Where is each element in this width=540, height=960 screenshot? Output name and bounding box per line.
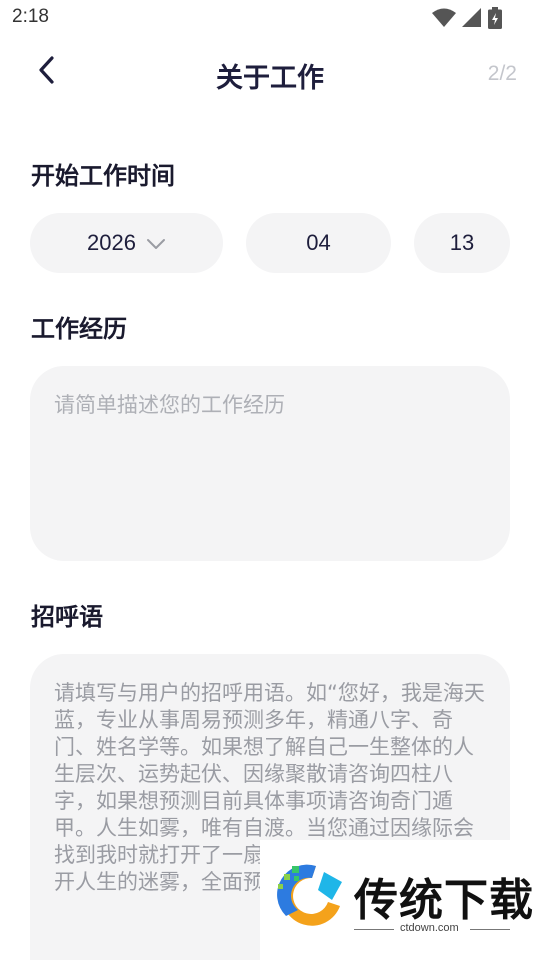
year-value: 2026 [87,230,136,255]
day-select[interactable]: 13 [414,213,510,273]
experience-label: 工作经历 [31,315,127,343]
greeting-label: 招呼语 [31,603,103,631]
chevron-down-icon [146,230,166,256]
start-time-label: 开始工作时间 [31,162,175,190]
day-value: 13 [449,230,475,255]
nav-bar: 关于工作 2/2 [0,44,540,102]
experience-placeholder: 请简单描述您的工作经历 [54,393,285,417]
watermark-rule-right [470,929,510,930]
wifi-icon [432,8,456,28]
status-bar: 2:18 [0,0,540,36]
battery-icon [488,7,502,29]
signal-icon [462,8,482,28]
month-select[interactable]: 04 [246,213,391,273]
watermark-url: ctdown.com [400,922,459,934]
watermark-logo-icon [272,860,348,940]
month-value: 04 [306,230,331,255]
watermark-rule-left [354,929,394,930]
status-icons [432,7,502,29]
watermark: 传统下载 ctdown.com [260,840,540,960]
year-select[interactable]: 2026 [30,213,223,273]
experience-textarea[interactable]: 请简单描述您的工作经历 [30,366,510,561]
status-time: 2:18 [12,6,49,27]
page-title: 关于工作 [216,63,324,94]
step-indicator: 2/2 [487,62,517,85]
watermark-name: 传统下载 [354,875,534,926]
